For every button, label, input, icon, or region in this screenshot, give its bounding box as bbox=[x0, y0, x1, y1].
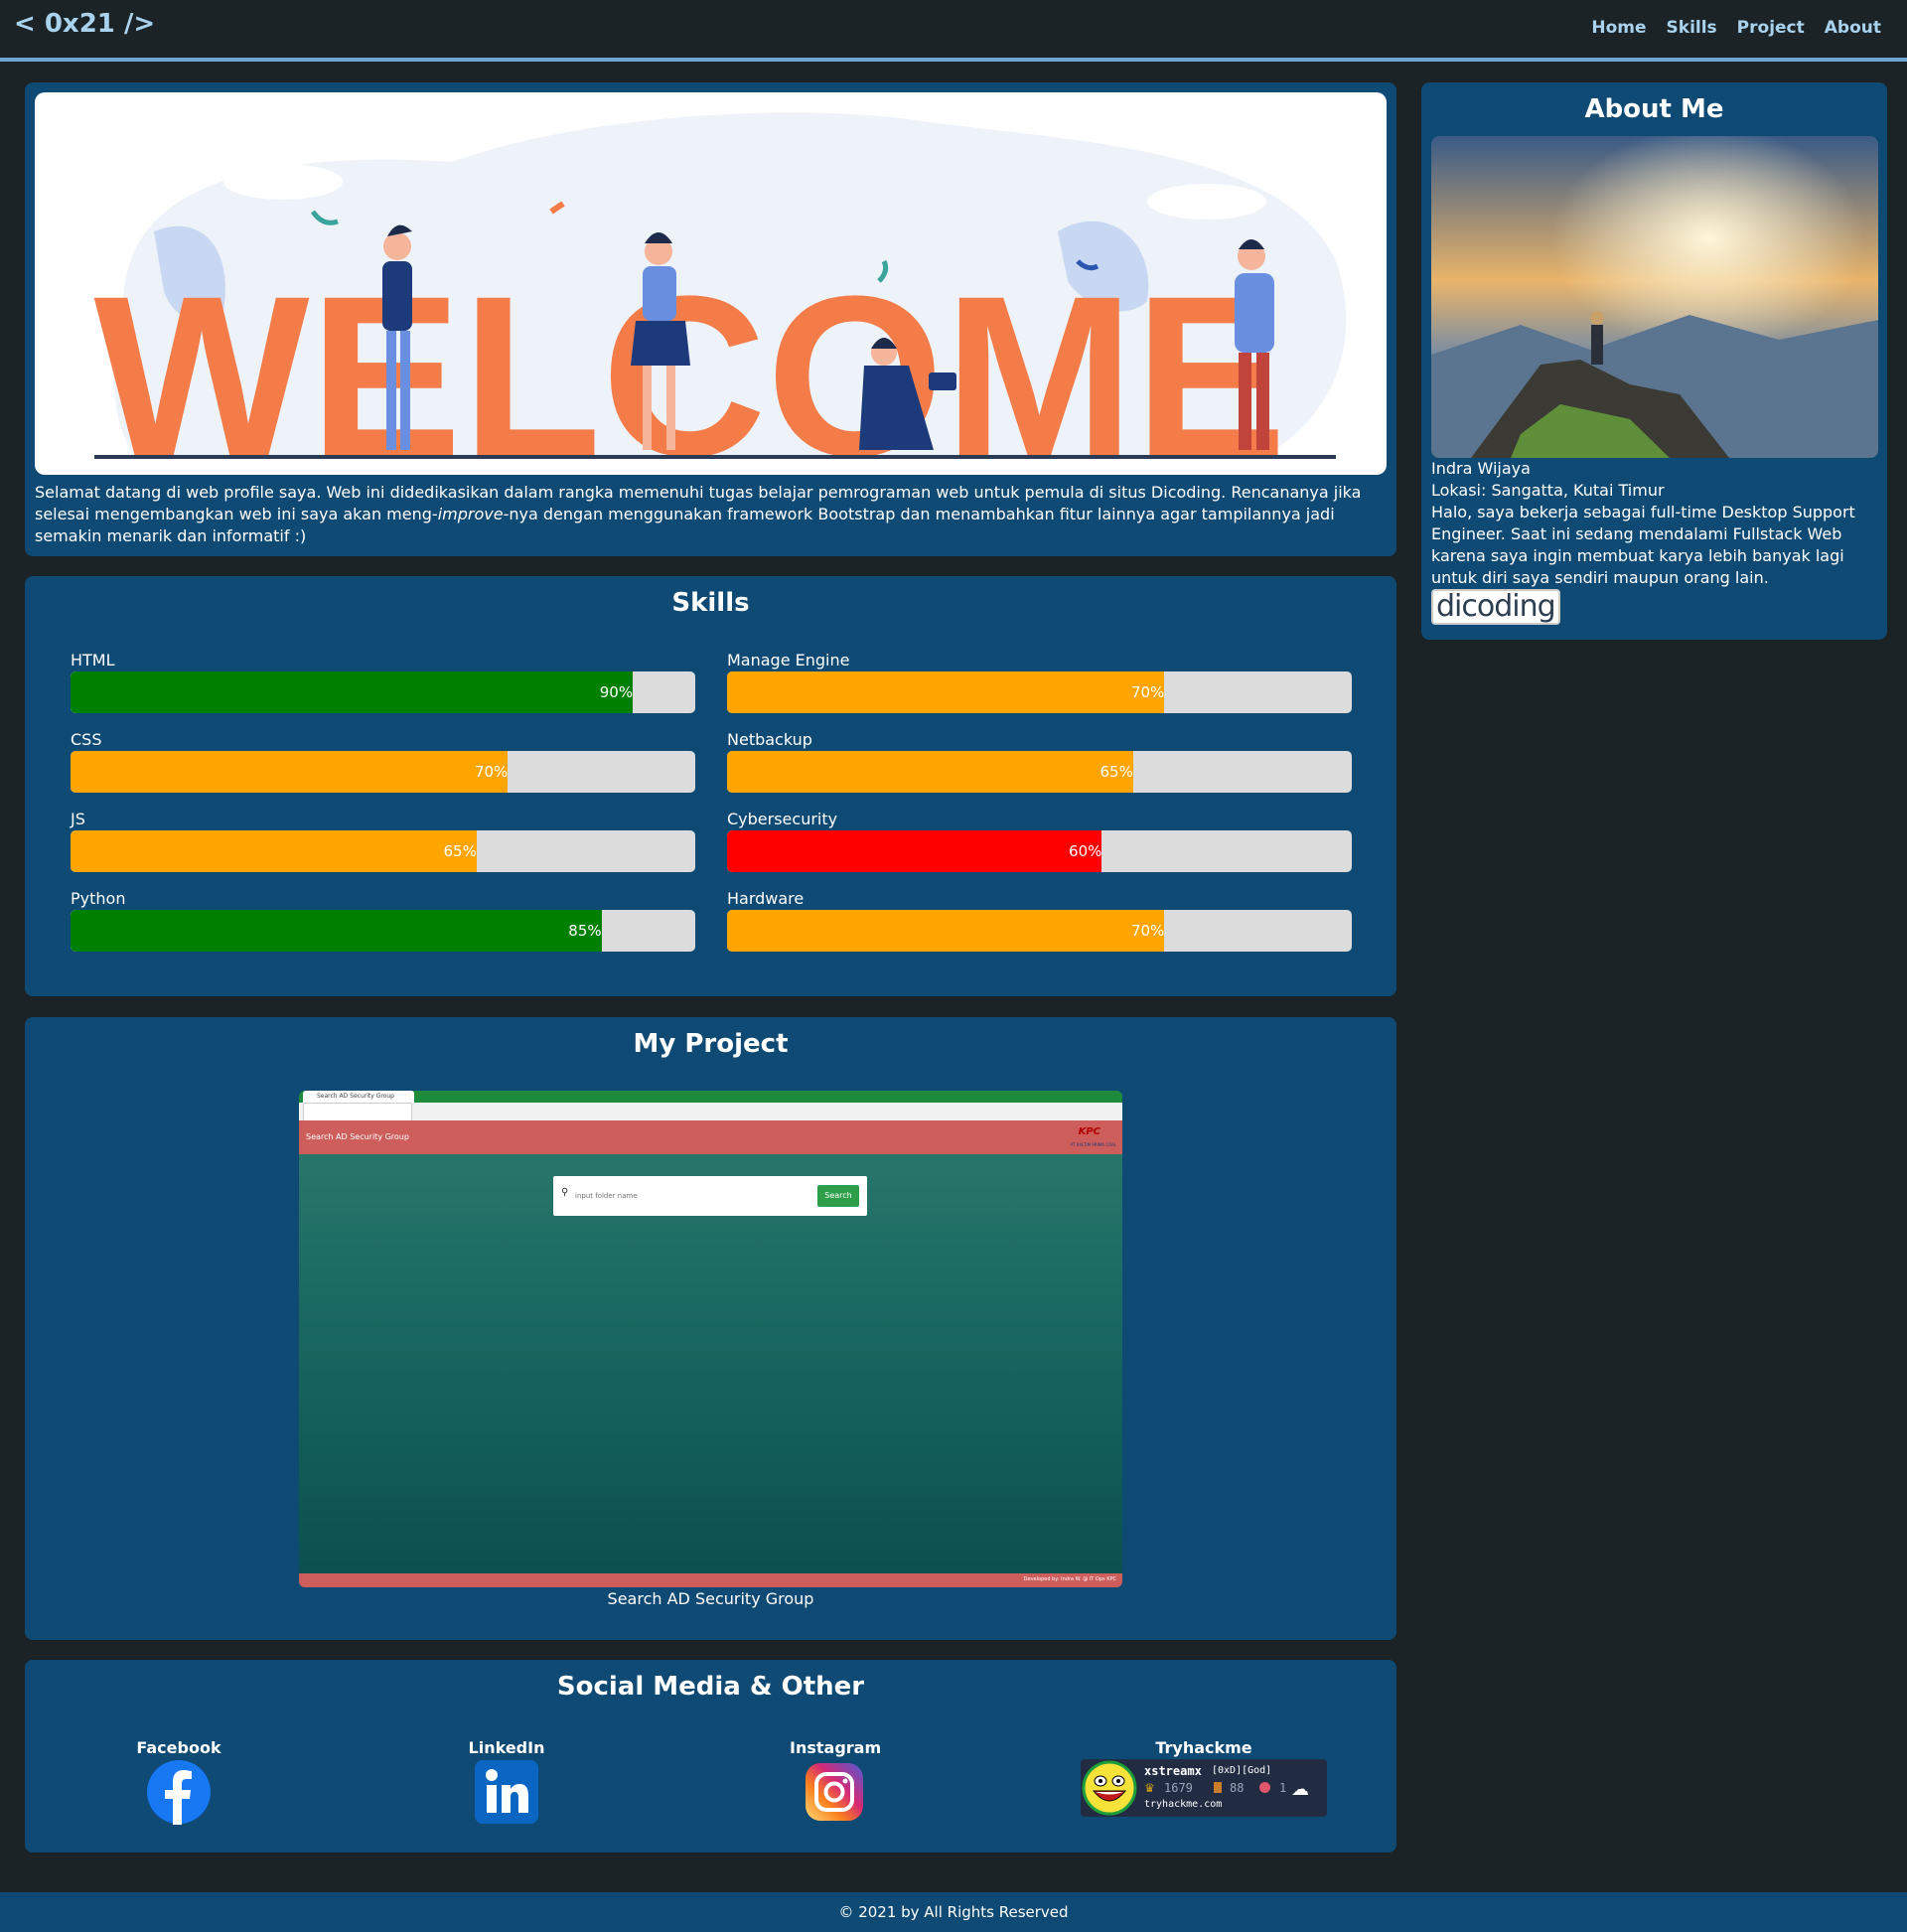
welcome-card: WELCOME Selamat datang di web profile sa… bbox=[25, 82, 1396, 556]
skill-bar-track: 65% bbox=[727, 751, 1352, 793]
about-photo bbox=[1431, 136, 1878, 458]
skill-bar-fill: 70% bbox=[71, 751, 509, 793]
dicoding-badge[interactable]: dicoding bbox=[1431, 589, 1560, 625]
thm-username: xstreamx bbox=[1144, 1764, 1202, 1778]
about-card: About Me Indra Wijaya Lokasi: Sangatta, … bbox=[1421, 82, 1887, 640]
browser-tab: Search AD Security Group bbox=[303, 1091, 414, 1103]
intro-text-emphasis: improve bbox=[437, 505, 504, 523]
skill-netbackup: Netbackup 65% bbox=[727, 729, 1352, 793]
thm-site: tryhackme.com bbox=[1144, 1799, 1223, 1810]
social-label: Instagram bbox=[790, 1738, 882, 1757]
skill-label: CSS bbox=[71, 730, 102, 749]
skill-bar-track: 85% bbox=[71, 910, 695, 952]
skill-bar-fill: 70% bbox=[727, 910, 1165, 952]
nav-link-about[interactable]: About bbox=[1825, 18, 1881, 38]
skills-card: Skills HTML 90% Manage Engine 70% CSS 70… bbox=[25, 576, 1396, 996]
skills-title: Skills bbox=[671, 588, 750, 618]
skill-bar-fill: 65% bbox=[71, 830, 477, 872]
skill-label: HTML bbox=[71, 651, 115, 669]
project-caption: Search AD Security Group bbox=[607, 1589, 814, 1608]
nav-link-skills[interactable]: Skills bbox=[1667, 18, 1717, 38]
target-icon bbox=[1259, 1782, 1270, 1793]
social-label: LinkedIn bbox=[468, 1738, 545, 1757]
skill-bar-track: 90% bbox=[71, 671, 695, 713]
tryhackme-avatar bbox=[1082, 1760, 1137, 1816]
skill-js: JS 65% bbox=[71, 809, 695, 872]
kpc-logo: KPC bbox=[1078, 1126, 1100, 1137]
skill-bar-fill: 90% bbox=[71, 671, 634, 713]
skill-bar-fill: 60% bbox=[727, 830, 1102, 872]
thm-points: 1679 bbox=[1164, 1781, 1193, 1795]
social-tryhackme[interactable]: Tryhackme xstreamx [0xD][God] ♛ 1679 88 … bbox=[1081, 1737, 1327, 1817]
skill-bar-track: 70% bbox=[727, 671, 1352, 713]
facebook-icon[interactable] bbox=[146, 1759, 212, 1825]
app-header: Search AD Security Group KPC PT KALTIM P… bbox=[299, 1120, 1122, 1154]
skill-label: Netbackup bbox=[727, 730, 812, 749]
skill-bar-fill: 70% bbox=[727, 671, 1165, 713]
social-label: Tryhackme bbox=[1155, 1738, 1252, 1757]
page-footer: © 2021 by All Rights Reserved bbox=[0, 1892, 1907, 1932]
about-bio: Halo, saya bekerja sebagai full-time Des… bbox=[1431, 503, 1855, 587]
cloud-icon: ☁ bbox=[1291, 1779, 1309, 1800]
thm-rooms: 1 bbox=[1279, 1781, 1287, 1795]
tryhackme-badge[interactable]: xstreamx [0xD][God] ♛ 1679 88 1 ☁ tryhac… bbox=[1081, 1759, 1327, 1817]
nav-link-project[interactable]: Project bbox=[1737, 18, 1805, 38]
skill-label: Python bbox=[71, 889, 126, 908]
welcome-illustration: WELCOME bbox=[94, 112, 1347, 475]
skill-bar-track: 60% bbox=[727, 830, 1352, 872]
brand-logo[interactable]: < 0x21 /> bbox=[14, 9, 155, 39]
skill-cybersecurity: Cybersecurity 60% bbox=[727, 809, 1352, 872]
browser-toolbar bbox=[299, 1103, 1122, 1120]
welcome-word: WELCOME bbox=[94, 248, 1287, 475]
social-label: Facebook bbox=[136, 1738, 221, 1757]
skill-bar-track: 65% bbox=[71, 830, 695, 872]
nav-link-home[interactable]: Home bbox=[1591, 18, 1646, 38]
skill-manage-engine: Manage Engine 70% bbox=[727, 650, 1352, 713]
browser-titlebar bbox=[299, 1091, 1122, 1103]
search-icon: ⚲ bbox=[561, 1187, 569, 1198]
social-instagram[interactable]: Instagram bbox=[790, 1737, 882, 1829]
skill-bar-track: 70% bbox=[71, 751, 695, 793]
about-text: Indra Wijaya Lokasi: Sangatta, Kutai Tim… bbox=[1431, 458, 1878, 589]
skill-bar-fill: 85% bbox=[71, 910, 602, 952]
skill-hardware: Hardware 70% bbox=[727, 888, 1352, 952]
thm-badges: 88 bbox=[1230, 1781, 1245, 1795]
kpc-logo-subtext: PT KALTIM PRIMA COAL bbox=[1070, 1142, 1116, 1147]
project-title: My Project bbox=[633, 1029, 789, 1059]
social-facebook[interactable]: Facebook bbox=[134, 1737, 223, 1829]
social-title: Social Media & Other bbox=[556, 1672, 865, 1702]
skill-python: Python 85% bbox=[71, 888, 695, 952]
app-footer: Developed by: Indra W. @ IT Ops KPC bbox=[299, 1573, 1122, 1587]
skill-bar-fill: 65% bbox=[727, 751, 1133, 793]
search-box: ⚲ Search bbox=[553, 1176, 867, 1216]
linkedin-icon[interactable] bbox=[474, 1759, 539, 1825]
skill-label: JS bbox=[71, 810, 85, 828]
app-footer-text: Developed by: Indra W. @ IT Ops KPC bbox=[1023, 1576, 1116, 1582]
skill-label: Cybersecurity bbox=[727, 810, 838, 828]
intro-paragraph: Selamat datang di web profile saya. Web … bbox=[35, 482, 1387, 547]
trophy-icon: ♛ bbox=[1144, 1781, 1155, 1795]
skill-bar-track: 70% bbox=[727, 910, 1352, 952]
search-input[interactable] bbox=[575, 1188, 804, 1204]
about-location: Lokasi: Sangatta, Kutai Timur bbox=[1431, 481, 1665, 500]
thm-rank: [0xD][God] bbox=[1212, 1765, 1272, 1776]
welcome-banner-image: WELCOME bbox=[35, 92, 1387, 475]
skill-label: Manage Engine bbox=[727, 651, 850, 669]
instagram-icon[interactable] bbox=[802, 1759, 867, 1825]
social-linkedin[interactable]: LinkedIn bbox=[462, 1737, 551, 1829]
skill-label: Hardware bbox=[727, 889, 805, 908]
project-card: My Project Search AD Security Group Sear… bbox=[25, 1017, 1396, 1640]
skill-html: HTML 90% bbox=[71, 650, 695, 713]
skill-css: CSS 70% bbox=[71, 729, 695, 793]
search-button[interactable]: Search bbox=[817, 1185, 859, 1207]
badge-icon bbox=[1214, 1782, 1222, 1793]
nav-links: Home Skills Project About bbox=[1591, 18, 1881, 38]
app-header-title: Search AD Security Group bbox=[306, 1132, 409, 1141]
navbar: < 0x21 /> Home Skills Project About bbox=[0, 0, 1907, 62]
about-title: About Me bbox=[1584, 94, 1724, 124]
about-name: Indra Wijaya bbox=[1431, 459, 1531, 478]
project-screenshot[interactable]: Search AD Security Group Search AD Secur… bbox=[299, 1091, 1122, 1587]
social-card: Social Media & Other Facebook LinkedIn I… bbox=[25, 1660, 1396, 1853]
